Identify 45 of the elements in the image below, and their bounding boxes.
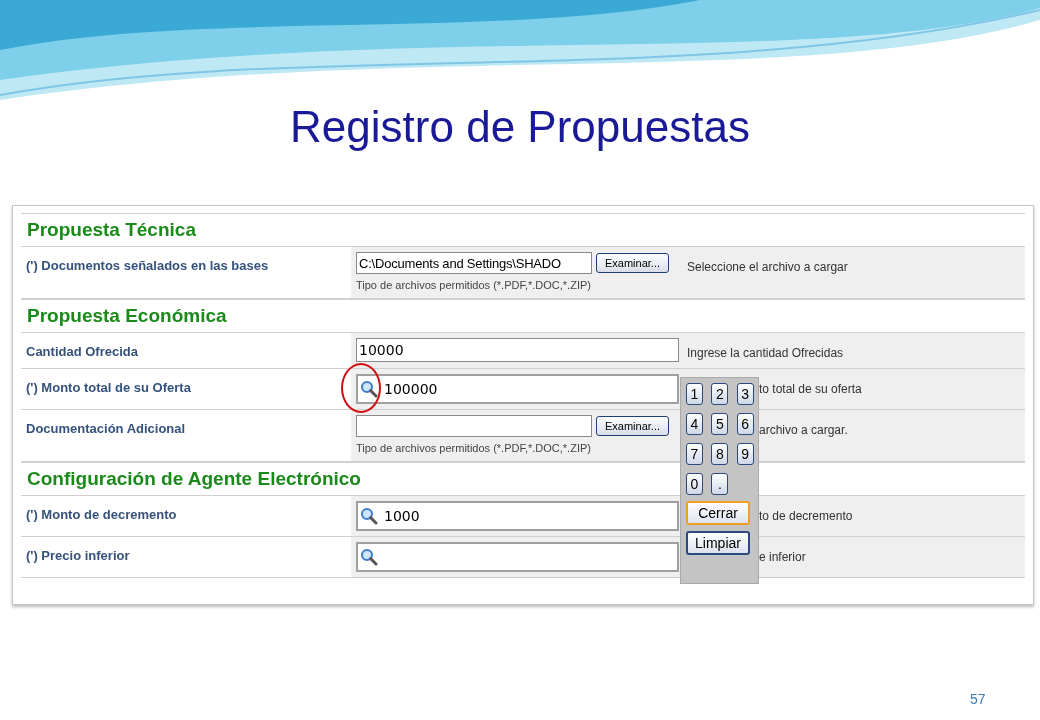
- page-number: 57: [970, 690, 986, 709]
- file-types-note: Tipo de archivos permitidos (*.PDF,*.DOC,*.ZIP): [356, 441, 592, 456]
- field-label: Cantidad Ofrecida: [26, 344, 138, 359]
- field-label: (') Precio inferior: [26, 548, 130, 563]
- field-value: 100000: [384, 379, 438, 399]
- keypad-button[interactable]: Cerrar: [686, 501, 750, 525]
- section-heading: Propuesta Económica: [27, 303, 227, 328]
- keypad-key[interactable]: 3: [736, 383, 754, 405]
- field-hint: Ingrese la cantidad Ofrecidas: [687, 346, 844, 360]
- field-label: (') Monto total de su Oferta: [26, 380, 191, 395]
- field-label: Documentación Adicional: [26, 421, 186, 436]
- keypad-key[interactable]: 9: [736, 443, 754, 465]
- keypad-key[interactable]: 2: [711, 383, 729, 405]
- amount-field[interactable]: 1000: [356, 501, 679, 531]
- file-path-field[interactable]: [356, 415, 592, 437]
- file-types-note: Tipo de archivos permitidos (*.PDF,*.DOC,*.ZIP): [356, 278, 592, 293]
- keypad-key[interactable]: 0: [686, 473, 703, 495]
- keypad-key[interactable]: 7: [686, 443, 703, 465]
- browse-button[interactable]: Examinar...: [596, 416, 670, 436]
- keypad-button[interactable]: Limpiar: [686, 531, 750, 555]
- field-hint: e inferior: [759, 550, 806, 564]
- field-hint: Seleccione el archivo a cargar: [687, 260, 848, 274]
- keypad-key[interactable]: 5: [711, 413, 729, 435]
- amount-field[interactable]: [356, 542, 679, 572]
- amount-field[interactable]: 100000: [356, 374, 679, 404]
- field-value: 1000: [384, 506, 420, 526]
- keypad-key[interactable]: 1: [686, 383, 703, 405]
- file-path-field[interactable]: C:\Documents and Settings\SHADO: [356, 252, 592, 274]
- keypad-key[interactable]: 8: [711, 443, 729, 465]
- keypad-key[interactable]: 4: [686, 413, 703, 435]
- field-hint: to total de su oferta: [759, 382, 862, 396]
- search-icon: [360, 507, 378, 525]
- browse-button[interactable]: Examinar...: [596, 253, 670, 273]
- section-heading: Configuración de Agente Electrónico: [27, 466, 361, 491]
- field-hint: to de decremento: [759, 509, 853, 523]
- search-icon: [360, 380, 378, 398]
- field-label: (') Monto de decremento: [26, 507, 177, 522]
- amount-field[interactable]: 10000: [356, 338, 679, 362]
- keypad-key[interactable]: .: [711, 473, 729, 495]
- section-heading: Propuesta Técnica: [27, 217, 196, 242]
- slide-title: Registro de Propuestas: [290, 105, 750, 149]
- search-icon: [360, 548, 378, 566]
- keypad-key[interactable]: 6: [736, 413, 754, 435]
- field-hint: archivo a cargar.: [759, 423, 848, 437]
- field-label: (') Documentos señalados en las bases: [26, 258, 269, 273]
